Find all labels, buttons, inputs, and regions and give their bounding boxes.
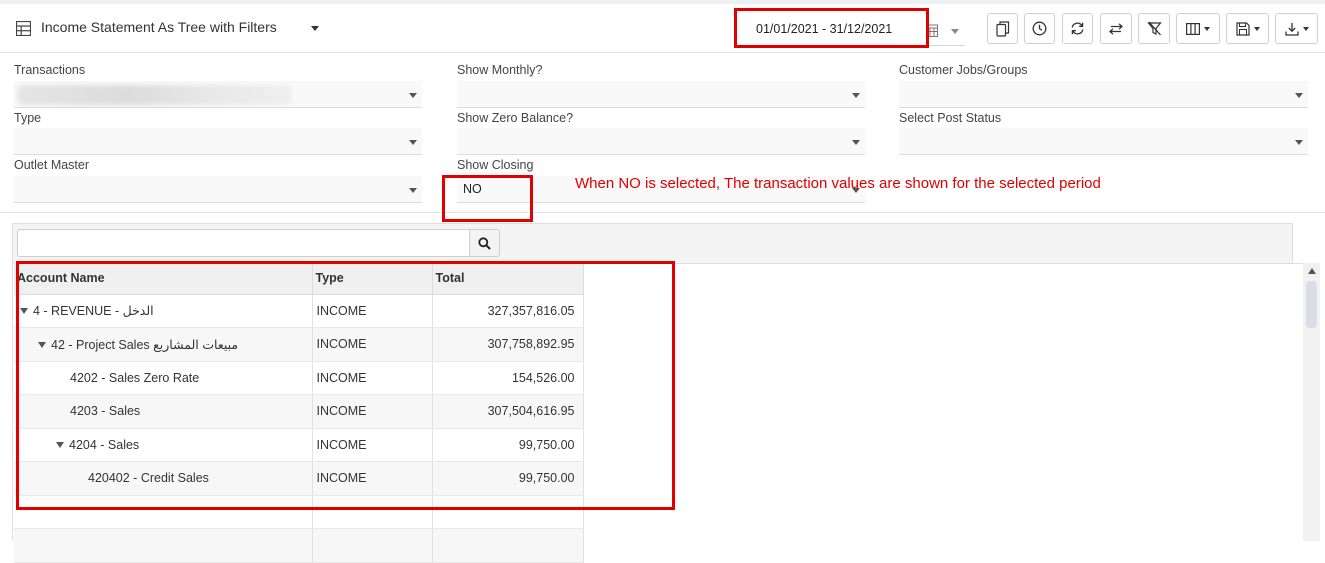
report-header: Income Statement As Tree with Filters 01… bbox=[0, 4, 1325, 53]
search-icon bbox=[478, 236, 491, 250]
account-name bbox=[14, 528, 313, 563]
chevron-down-icon bbox=[852, 93, 860, 98]
scrollbar-thumb[interactable] bbox=[1306, 281, 1317, 328]
chevron-down-icon bbox=[1204, 26, 1210, 31]
clock-icon bbox=[1032, 21, 1047, 36]
table-icon bbox=[16, 21, 31, 36]
swap-button[interactable] bbox=[1100, 13, 1132, 44]
account-total bbox=[432, 528, 584, 563]
show-closing-label: Show Closing bbox=[457, 158, 534, 172]
grid-search bbox=[17, 229, 501, 257]
outlet-master-label: Outlet Master bbox=[14, 158, 90, 172]
vertical-scrollbar[interactable] bbox=[1303, 263, 1320, 541]
chevron-down-icon bbox=[409, 140, 417, 145]
chevron-down-icon bbox=[409, 93, 417, 98]
annotation-note: When NO is selected, The transaction val… bbox=[575, 175, 1101, 192]
refresh-icon bbox=[1071, 22, 1084, 35]
clear-filter-button[interactable] bbox=[1138, 13, 1170, 44]
annotation-box-grid bbox=[16, 261, 675, 510]
type-label: Type bbox=[14, 111, 42, 125]
refresh-button[interactable] bbox=[1062, 13, 1093, 44]
save-button[interactable] bbox=[1226, 13, 1269, 44]
transactions-select[interactable] bbox=[14, 81, 422, 108]
chevron-down-icon bbox=[852, 140, 860, 145]
download-icon bbox=[1284, 22, 1299, 36]
annotation-box-date-range bbox=[734, 8, 929, 48]
chevron-down-icon bbox=[1253, 26, 1260, 31]
annotation-box-show-closing bbox=[442, 175, 533, 222]
chevron-down-icon bbox=[1302, 26, 1309, 31]
table-row[interactable] bbox=[14, 528, 584, 563]
save-icon bbox=[1235, 21, 1250, 36]
outlet-master-select[interactable] bbox=[14, 176, 422, 203]
chevron-down-icon bbox=[409, 188, 417, 193]
copy-icon bbox=[995, 20, 1009, 37]
account-type bbox=[312, 528, 433, 563]
search-button[interactable] bbox=[469, 229, 500, 257]
search-input[interactable] bbox=[17, 229, 470, 257]
transactions-label: Transactions bbox=[14, 63, 86, 77]
blurred-value bbox=[17, 85, 292, 105]
show-monthly-label: Show Monthly? bbox=[457, 63, 543, 77]
swap-icon bbox=[1109, 22, 1123, 35]
show-zero-balance-select[interactable] bbox=[457, 128, 865, 155]
type-select[interactable] bbox=[14, 128, 422, 155]
show-monthly-select[interactable] bbox=[457, 81, 865, 108]
download-button[interactable] bbox=[1275, 13, 1318, 44]
chevron-down-icon bbox=[1295, 140, 1303, 145]
history-button[interactable] bbox=[1024, 13, 1055, 44]
chevron-down-icon[interactable] bbox=[951, 29, 959, 34]
customer-jobs-label: Customer Jobs/Groups bbox=[899, 63, 1028, 77]
post-status-label: Select Post Status bbox=[899, 111, 1002, 125]
chevron-down-icon bbox=[1295, 93, 1303, 98]
columns-button[interactable] bbox=[1176, 13, 1220, 44]
scroll-up-icon[interactable] bbox=[1308, 268, 1316, 274]
copy-button[interactable] bbox=[987, 13, 1018, 44]
post-status-select[interactable] bbox=[899, 128, 1308, 155]
customer-jobs-select[interactable] bbox=[899, 81, 1308, 108]
clear-filter-icon bbox=[1146, 21, 1162, 36]
chevron-down-icon[interactable] bbox=[311, 26, 319, 31]
columns-icon bbox=[1186, 22, 1200, 35]
report-title[interactable]: Income Statement As Tree with Filters bbox=[41, 19, 277, 35]
show-zero-balance-label: Show Zero Balance? bbox=[457, 111, 574, 125]
